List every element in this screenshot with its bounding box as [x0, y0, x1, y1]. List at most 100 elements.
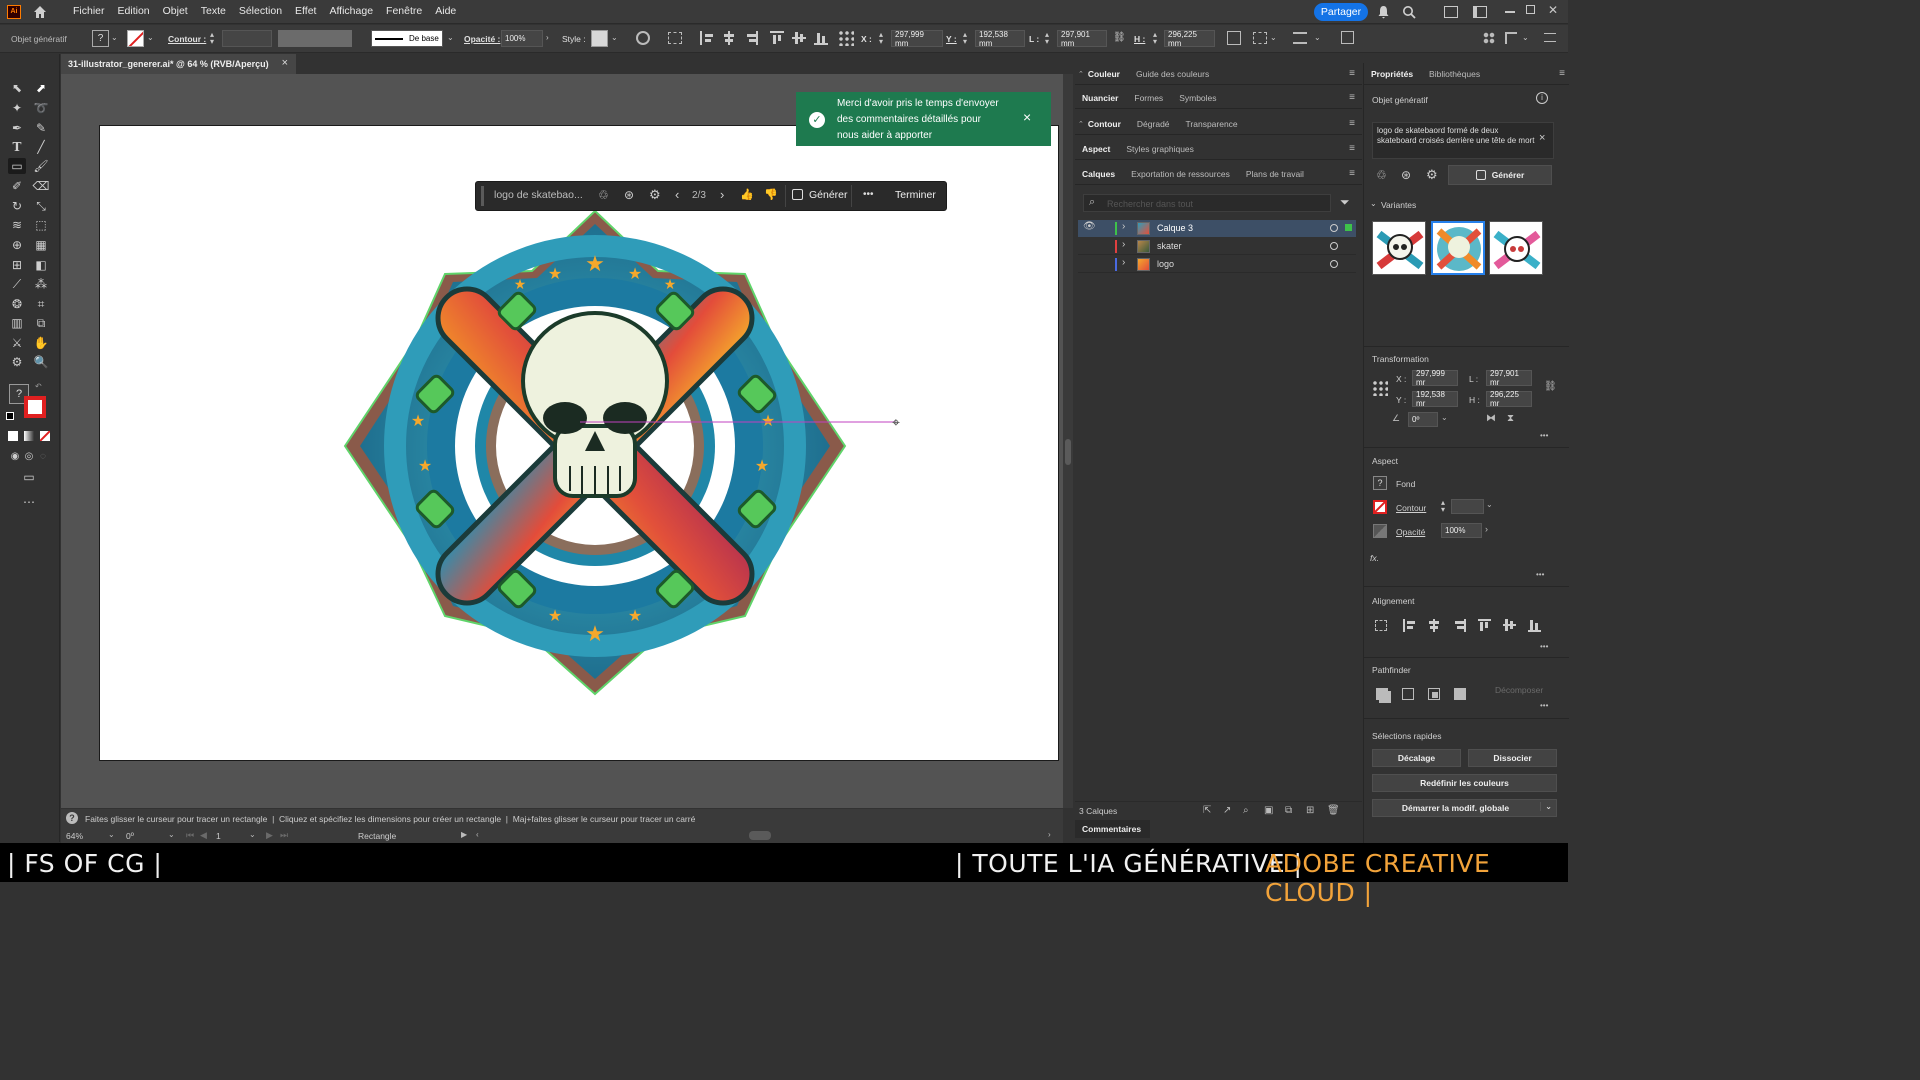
menu-aide[interactable]: Aide [435, 5, 456, 17]
expand-chevron-icon[interactable]: › [1122, 239, 1125, 250]
y-stepper[interactable]: ▴ ▾ [963, 31, 967, 46]
props-opacity-field[interactable]: 100% [1441, 523, 1482, 538]
stroke-swatch[interactable] [127, 30, 144, 47]
offset-path-button[interactable]: Décalage [1372, 749, 1461, 767]
tab-calques[interactable]: Calques [1082, 169, 1115, 179]
layer-name[interactable]: Calque 3 [1157, 223, 1193, 233]
opacity-field[interactable]: 100% [501, 30, 543, 47]
props-stroke-field[interactable] [1451, 499, 1484, 514]
h-field[interactable]: 296,225 mm [1164, 30, 1215, 48]
first-artboard-icon[interactable]: ⏮ [186, 830, 194, 841]
transform-icon[interactable] [1227, 31, 1241, 45]
canvas-vertical-scrollbar[interactable] [1063, 74, 1073, 808]
flip-vertical-icon[interactable]: ⧗ [1507, 413, 1514, 424]
align-top-icon[interactable] [1478, 619, 1491, 632]
ungroup-button[interactable]: Dissocier [1468, 749, 1557, 767]
filter-icon[interactable]: ⏷ [1340, 195, 1350, 210]
done-button[interactable]: Terminer [895, 189, 936, 201]
recolor-icon[interactable] [636, 31, 650, 45]
align-bottom-icon[interactable] [1528, 619, 1541, 632]
gradient-tool-icon[interactable]: ◧ [32, 257, 50, 273]
exclude-icon[interactable] [1454, 688, 1466, 700]
blend-tool-icon[interactable]: ⁂ [32, 276, 50, 292]
selection-square-icon[interactable] [1345, 224, 1352, 231]
color-mode-icon[interactable] [8, 431, 18, 441]
mesh-tool-icon[interactable]: ⊞ [8, 257, 26, 273]
artboard-tool-icon[interactable]: ⌗ [32, 296, 50, 312]
stroke-profile-select[interactable]: De base [371, 30, 443, 47]
variants-chevron-icon[interactable]: ⌄ [1370, 199, 1377, 208]
collapse-icon[interactable]: ⌃ [1078, 70, 1084, 78]
export-icon[interactable] [1341, 31, 1354, 44]
menu-affichage[interactable]: Affichage [329, 5, 373, 17]
panel-menu-icon[interactable]: ≡ [1559, 68, 1565, 79]
document-tab[interactable]: 31-illustrator_generer.ai* @ 64 % (RVB/A… [61, 54, 296, 74]
x-stepper[interactable]: ▴ ▾ [879, 31, 883, 46]
swap-fill-stroke-icon[interactable]: ↶ [35, 382, 42, 391]
column-graph-tool-icon[interactable]: ▥ [8, 315, 26, 331]
layer-name[interactable]: skater [1157, 241, 1182, 251]
collapse-icon[interactable]: ⌃ [1078, 120, 1084, 128]
magic-wand-tool-icon[interactable]: ✦ [8, 100, 26, 116]
style-reference-icon[interactable]: ♲ [1376, 168, 1387, 182]
align-vcenter-icon[interactable] [792, 31, 806, 45]
stroke-label[interactable]: Contour [1396, 503, 1426, 513]
tab-exportation[interactable]: Exportation de ressources [1131, 169, 1230, 179]
style-dropdown-icon[interactable]: ⌄ [611, 33, 618, 42]
new-layer-icon[interactable]: ⊞ [1306, 805, 1314, 816]
fill-dropdown-icon[interactable]: ⌄ [111, 33, 118, 42]
effects-icon[interactable]: ⊛ [624, 188, 634, 202]
layer-row[interactable]: 👁 › Calque 3 [1078, 220, 1356, 237]
stroke-dropdown-icon[interactable]: ⌄ [1486, 500, 1493, 509]
rotation-value[interactable]: 0º [126, 831, 134, 841]
reference-point-icon[interactable] [1372, 380, 1388, 396]
more-transform-icon[interactable]: ••• [1540, 431, 1548, 440]
panel-options-dropdown-icon[interactable]: ⌄ [1522, 33, 1529, 42]
slice-tool-icon[interactable]: ⧉ [32, 315, 50, 331]
link-proportions-icon[interactable]: ⛓ [1113, 32, 1126, 43]
prompt-box[interactable]: logo de skatebaord formé de deux skatebo… [1372, 122, 1554, 159]
paintbrush-tool-icon[interactable]: 🖌 [32, 158, 50, 174]
align-hcenter-icon[interactable] [722, 31, 736, 45]
tab-guide-couleurs[interactable]: Guide des couleurs [1136, 69, 1209, 79]
stroke-profile-dropdown-icon[interactable]: ⌄ [447, 33, 454, 42]
previous-artboard-icon[interactable]: ◀ [200, 830, 207, 841]
rectangle-tool-icon[interactable]: ▭ [8, 158, 26, 174]
y-field[interactable]: 192,538 mm [975, 30, 1025, 48]
new-sublayer-icon[interactable]: ⧉ [1285, 805, 1292, 816]
artboard-number[interactable]: 1 [216, 831, 221, 841]
direct-selection-tool-icon[interactable]: ⬈ [32, 80, 50, 96]
panel-menu-icon[interactable]: ≡ [1349, 92, 1355, 103]
more-pathfinder-icon[interactable]: ••• [1540, 701, 1548, 710]
hand-tool-icon[interactable]: ✋ [32, 335, 50, 351]
search-layer-icon[interactable]: ⌕ [1243, 805, 1249, 816]
canvas-vertical-scroll-thumb[interactable] [1065, 439, 1071, 465]
props-angle-field[interactable]: 0º [1408, 412, 1438, 427]
more-aspect-icon[interactable]: ••• [1536, 570, 1544, 579]
menu-fenetre[interactable]: Fenêtre [386, 5, 422, 17]
align-top-icon[interactable] [770, 31, 784, 45]
search-icon[interactable] [1402, 5, 1416, 19]
target-circle-icon[interactable] [1330, 242, 1338, 250]
delete-layer-icon[interactable]: 🗑 [1327, 805, 1340, 816]
symbol-sprayer-tool-icon[interactable]: ❂ [8, 296, 26, 312]
tab-transparence[interactable]: Transparence [1186, 119, 1238, 129]
clipping-mask-icon[interactable]: ▣ [1264, 805, 1273, 816]
tab-bibliotheques[interactable]: Bibliothèques [1429, 69, 1480, 79]
status-menu-arrow-icon[interactable]: ▶ [461, 830, 467, 839]
isolate-dropdown-icon[interactable]: ⌄ [1314, 33, 1321, 42]
w-stepper[interactable]: ▴ ▾ [1045, 31, 1049, 46]
workspace-layout-icon[interactable] [1444, 6, 1458, 18]
stroke-stepper[interactable]: ▴ ▾ [1441, 499, 1445, 514]
tab-couleur[interactable]: Couleur [1088, 69, 1120, 79]
props-opacity-label[interactable]: Opacité [1396, 527, 1425, 537]
global-edit-dropdown-icon[interactable]: ⌄ [1540, 802, 1552, 811]
edit-toolbar-icon[interactable]: ⋯ [20, 494, 38, 510]
effects-icon[interactable]: ⊛ [1401, 168, 1411, 182]
close-document-icon[interactable]: × [282, 57, 288, 69]
minimize-window-icon[interactable] [1505, 11, 1515, 13]
shape-options-dropdown-icon[interactable]: ⌄ [1270, 33, 1277, 42]
stroke-indicator[interactable] [24, 396, 46, 418]
menu-edition[interactable]: Edition [118, 5, 150, 17]
fill-swatch[interactable]: ? [1373, 476, 1387, 490]
